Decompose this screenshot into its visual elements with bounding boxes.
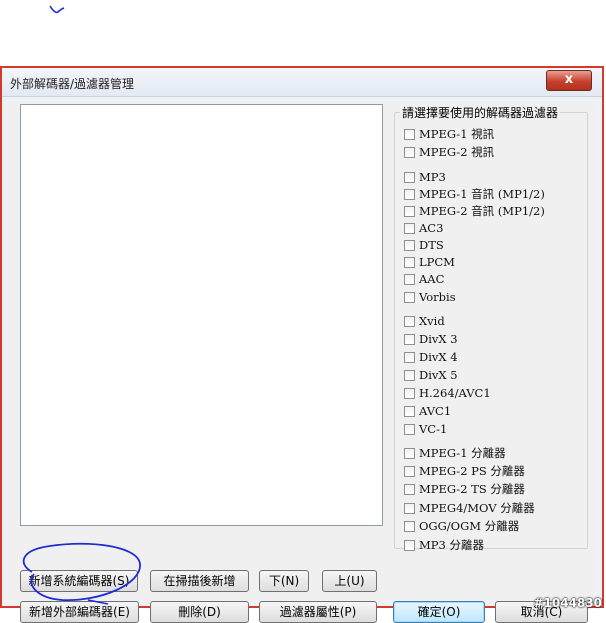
checkbox-box[interactable] <box>404 222 415 234</box>
checkbox-label: AVC1 <box>419 404 452 418</box>
checkbox-label: Xvid <box>419 314 445 328</box>
checkbox-box[interactable] <box>404 171 415 183</box>
filter-manager-dialog: 外部解碼器/過濾器管理 x 請選擇要使用的解碼器過濾器 MPEG-1 視訊 MPE… <box>0 66 604 623</box>
checkbox-box[interactable] <box>404 146 415 158</box>
add-after-scan-button[interactable]: 在掃描後新增 <box>150 570 249 592</box>
checkbox-label: MP3 <box>419 170 446 184</box>
filter-checkbox-22[interactable]: MP3 分離器 <box>404 537 484 553</box>
checkbox-label: AAC <box>419 272 445 286</box>
filter-checkbox-8[interactable]: AAC <box>404 271 444 287</box>
filter-checkbox-15[interactable]: AVC1 <box>404 403 451 419</box>
move-up-button[interactable]: 上(U) <box>322 570 377 592</box>
filter-checkbox-1[interactable]: MPEG-2 視訊 <box>404 144 494 160</box>
filter-checkbox-17[interactable]: MPEG-1 分離器 <box>404 445 506 461</box>
checkbox-label: DTS <box>419 238 444 252</box>
checkbox-label: OGG/OGM 分離器 <box>419 519 520 533</box>
checkbox-box[interactable] <box>404 502 415 514</box>
checkbox-box[interactable] <box>404 291 415 303</box>
checkbox-label: LPCM <box>419 255 455 269</box>
filter-checkbox-6[interactable]: DTS <box>404 237 444 253</box>
filter-checkbox-5[interactable]: AC3 <box>404 220 443 236</box>
checkbox-box[interactable] <box>404 333 415 345</box>
filter-checkbox-7[interactable]: LPCM <box>404 254 455 270</box>
filter-checkbox-13[interactable]: DivX 5 <box>404 367 458 383</box>
window-title: 外部解碼器/過濾器管理 <box>10 77 135 91</box>
annotation-checkmark <box>49 5 65 14</box>
filter-checkbox-14[interactable]: H.264/AVC1 <box>404 385 491 401</box>
checkbox-label: Vorbis <box>419 290 456 304</box>
filter-checkbox-10[interactable]: Xvid <box>404 313 445 329</box>
checkbox-label: MP3 分離器 <box>419 538 484 552</box>
add-system-codec-button[interactable]: 新增系統編碼器(S) <box>20 570 138 592</box>
checkbox-label: MPEG-2 PS 分離器 <box>419 464 525 478</box>
filter-checkbox-20[interactable]: MPEG4/MOV 分離器 <box>404 500 535 516</box>
filter-checkbox-19[interactable]: MPEG-2 TS 分離器 <box>404 481 525 497</box>
filters-group-legend: 請選擇要使用的解碼器過濾器 <box>400 104 561 121</box>
filter-properties-button[interactable]: 過濾器屬性(P) <box>259 601 377 623</box>
checkbox-box[interactable] <box>404 239 415 251</box>
checkbox-label: MPEG-1 音訊 (MP1/2) <box>419 187 545 201</box>
filter-checkbox-12[interactable]: DivX 4 <box>404 349 458 365</box>
checkbox-box[interactable] <box>404 315 415 327</box>
checkbox-label: MPEG-1 視訊 <box>419 127 495 141</box>
checkbox-label: MPEG-2 音訊 (MP1/2) <box>419 204 545 218</box>
checkbox-box[interactable] <box>404 539 415 551</box>
checkbox-box[interactable] <box>404 447 415 459</box>
filter-checkbox-11[interactable]: DivX 3 <box>404 331 458 347</box>
checkbox-box[interactable] <box>404 188 415 200</box>
checkbox-label: H.264/AVC1 <box>419 386 491 400</box>
checkbox-box[interactable] <box>404 351 415 363</box>
checkbox-box[interactable] <box>404 405 415 417</box>
checkbox-label: AC3 <box>419 221 444 235</box>
checkbox-label: DivX 4 <box>419 350 458 364</box>
checkbox-box[interactable] <box>404 483 415 495</box>
move-down-button[interactable]: 下(N) <box>259 570 309 592</box>
filter-checkbox-4[interactable]: MPEG-2 音訊 (MP1/2) <box>404 203 545 219</box>
checkbox-box[interactable] <box>404 128 415 140</box>
checkbox-box[interactable] <box>404 273 415 285</box>
filter-checkbox-21[interactable]: OGG/OGM 分離器 <box>404 518 519 534</box>
add-external-codec-button[interactable]: 新增外部編碼器(E) <box>20 601 139 623</box>
checkbox-box[interactable] <box>404 520 415 532</box>
checkbox-label: VC-1 <box>419 422 448 436</box>
checkbox-label: MPEG-2 視訊 <box>419 145 495 159</box>
checkbox-label: DivX 5 <box>419 368 458 382</box>
filter-checkbox-2[interactable]: MP3 <box>404 169 446 185</box>
filter-checkbox-16[interactable]: VC-1 <box>404 421 447 437</box>
checkbox-box[interactable] <box>404 387 415 399</box>
codec-list[interactable] <box>20 104 383 526</box>
filter-checkbox-0[interactable]: MPEG-1 視訊 <box>404 126 494 142</box>
filter-checkbox-18[interactable]: MPEG-2 PS 分離器 <box>404 463 525 479</box>
title-bar: 外部解碼器/過濾器管理 x <box>2 68 602 97</box>
filter-checkbox-9[interactable]: Vorbis <box>404 289 456 305</box>
checkbox-label: MPEG-1 分離器 <box>419 446 506 460</box>
ok-button[interactable]: 確定(O) <box>393 601 485 623</box>
dialog-body: 請選擇要使用的解碼器過濾器 MPEG-1 視訊 MPEG-2 視訊 MP3 MPEG-… <box>8 102 596 623</box>
checkbox-box[interactable] <box>404 205 415 217</box>
checkbox-label: MPEG-2 TS 分離器 <box>419 482 525 496</box>
close-button[interactable]: x <box>546 70 592 91</box>
checkbox-label: MPEG4/MOV 分離器 <box>419 501 535 515</box>
checkbox-box[interactable] <box>404 465 415 477</box>
delete-button[interactable]: 刪除(D) <box>150 601 249 623</box>
checkbox-label: DivX 3 <box>419 332 458 346</box>
checkbox-box[interactable] <box>404 369 415 381</box>
filters-group: 請選擇要使用的解碼器過濾器 MPEG-1 視訊 MPEG-2 視訊 MP3 MPEG-… <box>394 104 588 552</box>
watermark: #1044830 <box>533 596 602 610</box>
filter-checkbox-3[interactable]: MPEG-1 音訊 (MP1/2) <box>404 186 545 202</box>
checkbox-box[interactable] <box>404 423 415 435</box>
checkbox-box[interactable] <box>404 256 415 268</box>
